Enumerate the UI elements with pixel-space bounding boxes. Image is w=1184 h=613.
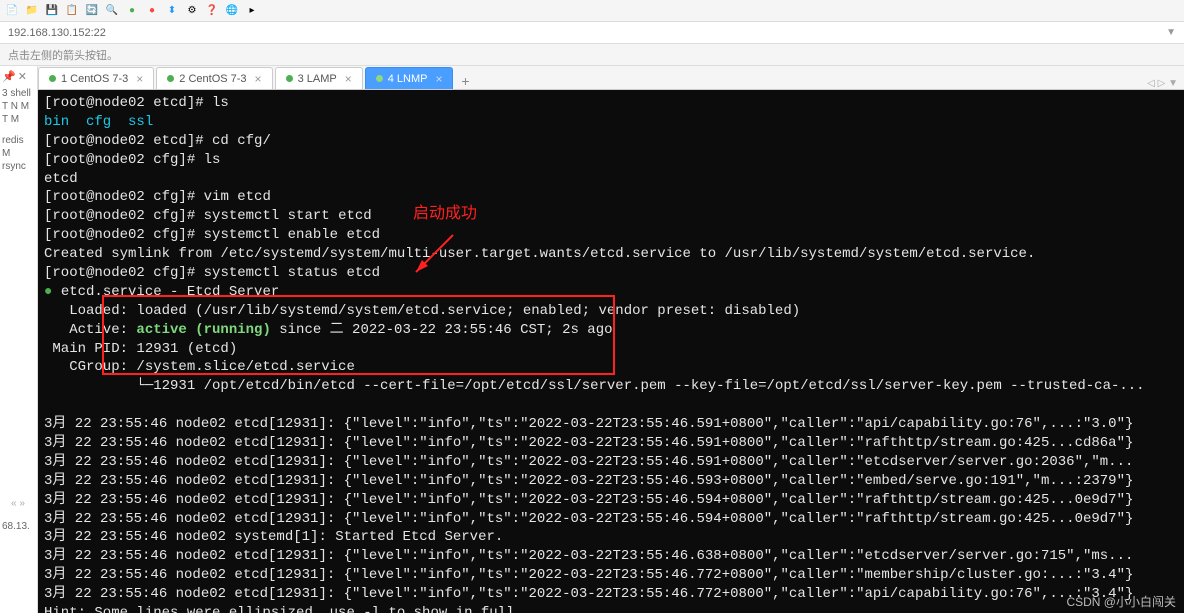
log-line: 3月 22 23:55:46 node02 etcd[12931]: {"lev… — [44, 435, 1133, 451]
tab-close-icon[interactable]: × — [255, 72, 262, 86]
toolbar-disconnect-icon[interactable]: ● — [144, 3, 160, 19]
active-since: since 二 2022-03-22 23:55:46 CST; 2s ago — [271, 322, 613, 338]
symlink-msg: Created symlink from /etc/systemd/system… — [44, 246, 1035, 262]
sidebar-section-2: redis M rsync — [2, 134, 35, 173]
annotation-success: 启动成功 — [413, 203, 477, 225]
terminal-output[interactable]: [root@node02 etcd]# ls bin cfg ssl [root… — [38, 90, 1184, 613]
cgroup-line: CGroup: /system.slice/etcd.service — [44, 359, 355, 375]
cmd-start: systemctl start etcd — [204, 208, 372, 224]
toolbar-help-icon[interactable]: ❓ — [204, 3, 220, 19]
hint-line: Hint: Some lines were ellipsized, use -l… — [44, 605, 523, 613]
tab-label: 3 LAMP — [298, 73, 337, 85]
service-name: etcd.service - Etcd Server — [61, 284, 279, 300]
toolbar-refresh-icon[interactable]: 🔄 — [84, 3, 100, 19]
sidebar-item-tm[interactable]: T M — [2, 113, 35, 126]
tab-close-icon[interactable]: × — [136, 72, 143, 86]
hint-text: 点击左侧的箭头按钮。 — [8, 47, 118, 63]
cmd-ls: ls — [212, 95, 229, 111]
prompt: [root@node02 etcd]# — [44, 95, 212, 111]
prompt: [root@node02 cfg]# — [44, 265, 204, 281]
sidebar-close-icon[interactable]: ✕ — [18, 70, 27, 83]
toolbar-copy-icon[interactable]: 📋 — [64, 3, 80, 19]
toolbar-gear-icon[interactable]: ⚙ — [184, 3, 200, 19]
toolbar-world-icon[interactable]: 🌐 — [224, 3, 240, 19]
main-area: 📌 ✕ 3 shell T N M T M redis M rsync 1 Ce… — [0, 66, 1184, 613]
cgroup-proc: └─12931 /opt/etcd/bin/etcd --cert-file=/… — [44, 378, 1145, 394]
tab-lamp[interactable]: 3 LAMP × — [275, 67, 363, 89]
cmd-cd: cd cfg/ — [212, 133, 271, 149]
tab-close-icon[interactable]: × — [345, 72, 352, 86]
toolbar-doc-icon[interactable]: 📄 — [4, 3, 20, 19]
watermark: CSDN @小小白闯关 — [1066, 593, 1176, 610]
log-line: 3月 22 23:55:46 node02 etcd[12931]: {"lev… — [44, 454, 1133, 470]
tab-label: 4 LNMP — [388, 73, 428, 85]
sidebar-item-tnm[interactable]: T N M — [2, 100, 35, 113]
prompt: [root@node02 cfg]# — [44, 152, 204, 168]
tab-status-dot — [49, 75, 56, 82]
tab-centos-2[interactable]: 2 CentOS 7-3 × — [156, 67, 272, 89]
tab-add-button[interactable]: + — [455, 73, 475, 89]
log-line: 3月 22 23:55:46 node02 etcd[12931]: {"lev… — [44, 511, 1133, 527]
toolbar-save-icon[interactable]: 💾 — [44, 3, 60, 19]
log-line: 3月 22 23:55:46 node02 etcd[12931]: {"lev… — [44, 586, 1133, 602]
cmd-vim: vim etcd — [204, 189, 271, 205]
tab-lnmp[interactable]: 4 LNMP × — [365, 67, 454, 89]
log-line: 3月 22 23:55:46 node02 etcd[12931]: {"lev… — [44, 548, 1133, 564]
toolbar-transfer-icon[interactable]: ⬍ — [164, 3, 180, 19]
loaded-line: Loaded: loaded (/usr/lib/systemd/system/… — [44, 303, 800, 319]
tab-status-dot — [286, 75, 293, 82]
active-label: Active: — [44, 322, 136, 338]
pid-line: Main PID: 12931 (etcd) — [44, 341, 237, 357]
tab-close-icon[interactable]: × — [435, 72, 442, 86]
sidebar-pin-icon[interactable]: 📌 — [2, 70, 16, 83]
hint-bar: 点击左侧的箭头按钮。 — [0, 44, 1184, 66]
tab-label: 1 CentOS 7-3 — [61, 73, 128, 85]
active-status: active (running) — [136, 322, 270, 338]
tab-label: 2 CentOS 7-3 — [179, 73, 246, 85]
cmd-enable: systemctl enable etcd — [204, 227, 380, 243]
cmd-ls: ls — [204, 152, 221, 168]
status-bullet: ● — [44, 284, 61, 300]
main-toolbar: 📄 📁 💾 📋 🔄 🔍 ● ● ⬍ ⚙ ❓ 🌐 ▸ — [0, 0, 1184, 22]
dir-listing: bin cfg ssl — [44, 114, 153, 130]
sidebar-section-1: 3 shell T N M T M — [2, 87, 35, 126]
tab-status-dot — [376, 75, 383, 82]
toolbar-shell-icon[interactable]: ▸ — [244, 3, 260, 19]
tab-centos-1[interactable]: 1 CentOS 7-3 × — [38, 67, 154, 89]
log-line: 3月 22 23:55:46 node02 etcd[12931]: {"lev… — [44, 567, 1133, 583]
prompt: [root@node02 cfg]# — [44, 227, 204, 243]
tab-nav-arrows[interactable]: ◁ ▷ ▼ — [1141, 78, 1184, 89]
log-line: 3月 22 23:55:46 node02 etcd[12931]: {"lev… — [44, 492, 1133, 508]
tab-bar: 1 CentOS 7-3 × 2 CentOS 7-3 × 3 LAMP × 4 LN… — [38, 66, 1184, 90]
prompt: [root@node02 etcd]# — [44, 133, 212, 149]
toolbar-folder-icon[interactable]: 📁 — [24, 3, 40, 19]
prompt: [root@node02 cfg]# — [44, 208, 204, 224]
sidebar-ip-partial: 68.13. — [0, 520, 32, 533]
sidebar-item-shell[interactable]: 3 shell — [2, 87, 35, 100]
sidebar-item-redis[interactable]: redis — [2, 134, 35, 147]
address-dropdown-icon[interactable]: ▼ — [1166, 27, 1176, 38]
sidebar-item-rsync[interactable]: M rsync — [2, 147, 35, 173]
log-line: 3月 22 23:55:46 node02 etcd[12931]: {"lev… — [44, 473, 1133, 489]
address-text: 192.168.130.152:22 — [8, 27, 106, 39]
address-bar[interactable]: 192.168.130.152:22 ▼ — [0, 22, 1184, 44]
toolbar-connect-icon[interactable]: ● — [124, 3, 140, 19]
log-line: 3月 22 23:55:46 node02 systemd[1]: Starte… — [44, 529, 503, 545]
log-line: 3月 22 23:55:46 node02 etcd[12931]: {"lev… — [44, 416, 1133, 432]
toolbar-search-icon[interactable]: 🔍 — [104, 3, 120, 19]
file-listing: etcd — [44, 171, 78, 187]
prompt: [root@node02 cfg]# — [44, 189, 204, 205]
content-area: 1 CentOS 7-3 × 2 CentOS 7-3 × 3 LAMP × 4 LN… — [38, 66, 1184, 613]
tab-status-dot — [167, 75, 174, 82]
sidebar-scroll-arrows[interactable]: « » — [0, 498, 36, 509]
cmd-status: systemctl status etcd — [204, 265, 380, 281]
